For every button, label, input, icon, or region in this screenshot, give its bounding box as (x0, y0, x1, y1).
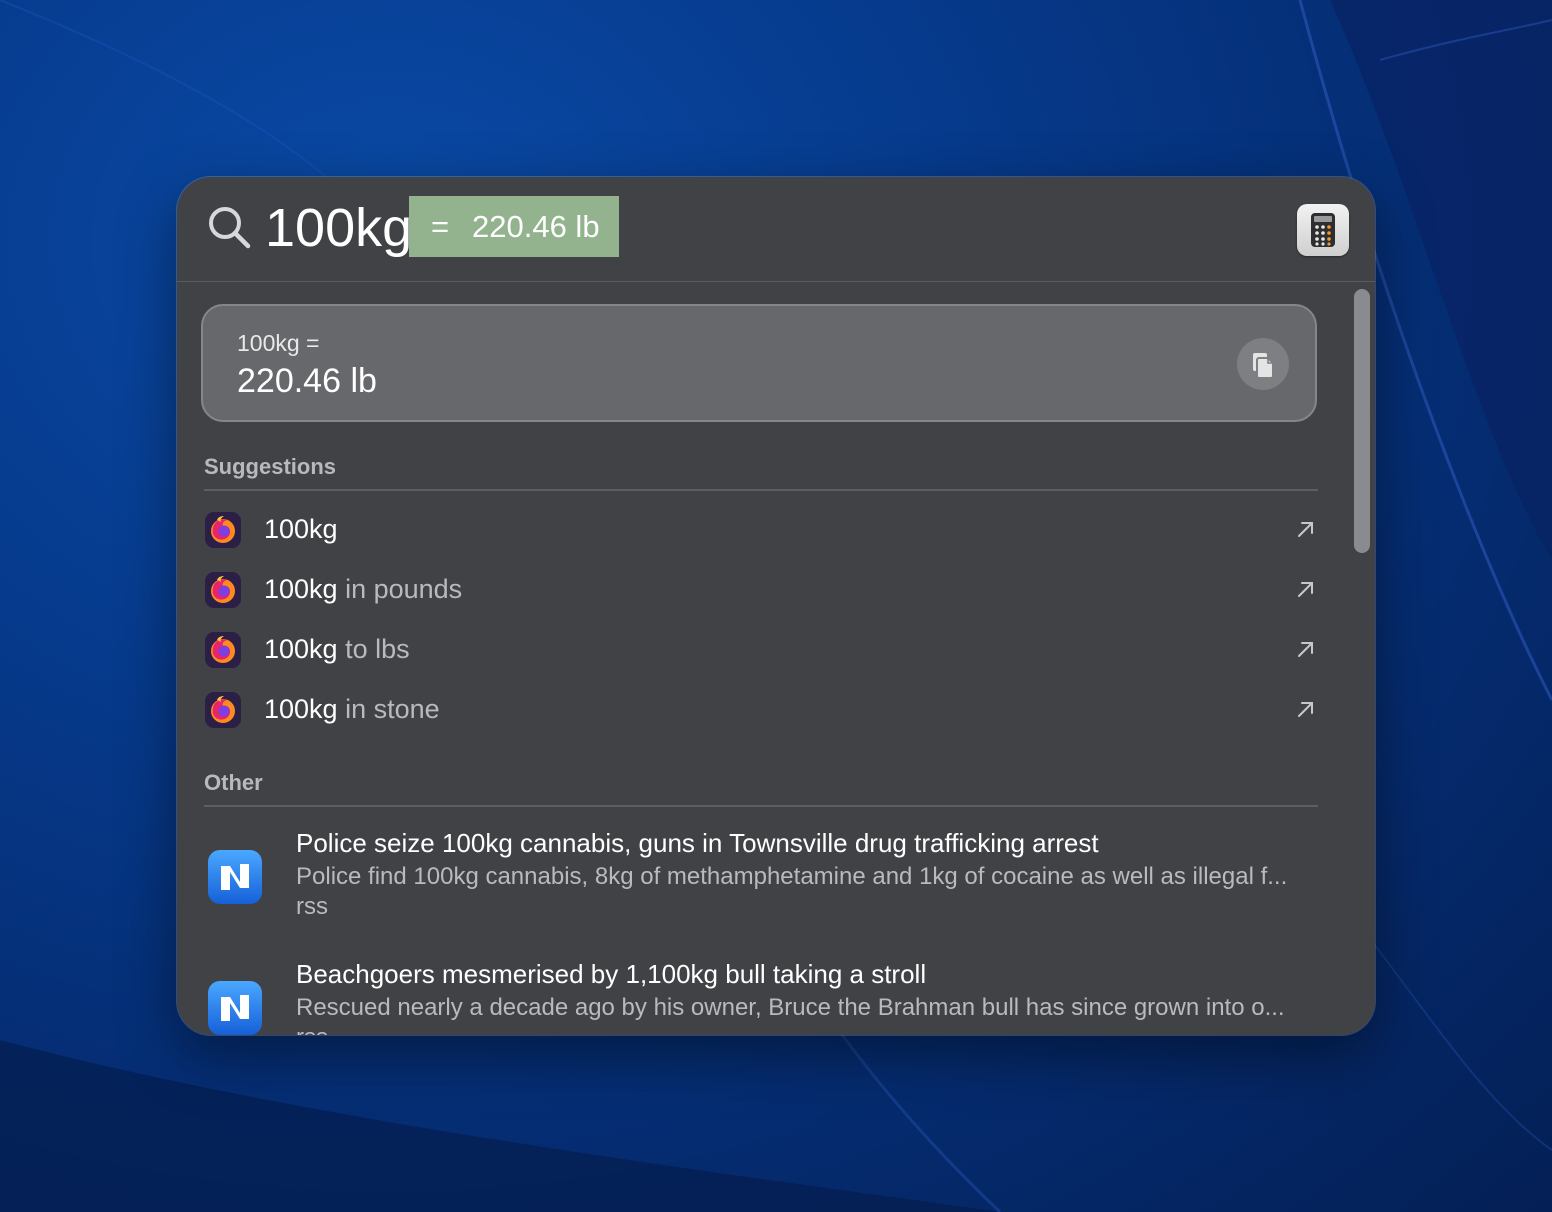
inline-result-value: 220.46 lb (472, 209, 600, 244)
firefox-icon (205, 692, 241, 728)
suggestion-suffix: to lbs (337, 634, 410, 664)
arrow-up-right-icon (1298, 702, 1313, 717)
news-description: Rescued nearly a decade ago by his owner… (296, 994, 1285, 1021)
inline-conversion-result: = 220.46 lb (409, 196, 619, 257)
firefox-icon (205, 572, 241, 608)
results-scrollbar[interactable] (1354, 289, 1370, 553)
search-bar[interactable]: 100kg = 220.46 lb (177, 177, 1375, 282)
suggestion-query: 100kg (264, 634, 338, 664)
suggestion-item[interactable]: 100kg to lbs (203, 624, 1323, 680)
suggestion-query: 100kg (264, 514, 338, 544)
inline-equals-sign: = (431, 209, 450, 244)
arrow-up-right-icon (1298, 582, 1313, 597)
calculator-app-icon[interactable] (1297, 204, 1349, 256)
suggestion-item[interactable]: 100kg in stone (203, 684, 1323, 740)
suggestion-label: 100kg to lbs (264, 634, 410, 665)
news-source: rss (296, 1024, 328, 1035)
news-source: rss (296, 893, 328, 920)
results-list: 100kg = 220.46 lb Suggestions 100kg 100k… (177, 282, 1375, 1035)
other-divider (204, 805, 1318, 807)
calc-answer: 220.46 lb (237, 362, 377, 400)
suggestions-divider (204, 489, 1318, 491)
calc-expression: 100kg = (237, 330, 320, 356)
suggestion-item[interactable]: 100kg in pounds (203, 564, 1323, 620)
spotlight-panel: 100kg = 220.46 lb 100kg = 220.46 lb Sugg… (177, 177, 1375, 1035)
suggestion-label: 100kg (264, 514, 338, 545)
suggestion-label: 100kg in stone (264, 694, 440, 725)
firefox-icon (205, 512, 241, 548)
news-title: Beachgoers mesmerised by 1,100kg bull ta… (296, 959, 927, 989)
suggestion-query: 100kg (264, 574, 338, 604)
suggestion-suffix: in stone (337, 694, 440, 724)
suggestion-query: 100kg (264, 694, 338, 724)
arrow-up-right-icon (1298, 642, 1313, 657)
arrow-up-right-icon (1298, 522, 1313, 537)
calculator-icon (1311, 213, 1335, 247)
search-input[interactable]: 100kg (265, 195, 412, 261)
copy-button[interactable] (1237, 338, 1289, 390)
news-app-icon (208, 981, 262, 1035)
copy-icon (1253, 353, 1274, 379)
news-result-item[interactable]: Police seize 100kg cannabis, guns in Tow… (203, 828, 1323, 956)
search-icon (209, 207, 251, 249)
suggestions-heading: Suggestions (204, 454, 337, 479)
other-heading: Other (204, 770, 263, 795)
scrollbar-thumb[interactable] (1354, 289, 1370, 553)
calculator-result-card[interactable]: 100kg = 220.46 lb (201, 304, 1317, 422)
suggestion-suffix: in pounds (337, 574, 463, 604)
news-result-item[interactable]: Beachgoers mesmerised by 1,100kg bull ta… (203, 959, 1323, 1035)
news-app-icon (208, 850, 262, 904)
news-description: Police find 100kg cannabis, 8kg of metha… (296, 863, 1288, 890)
suggestion-item[interactable]: 100kg (203, 504, 1323, 560)
firefox-icon (205, 632, 241, 668)
suggestion-label: 100kg in pounds (264, 574, 462, 605)
news-title: Police seize 100kg cannabis, guns in Tow… (296, 828, 1099, 858)
